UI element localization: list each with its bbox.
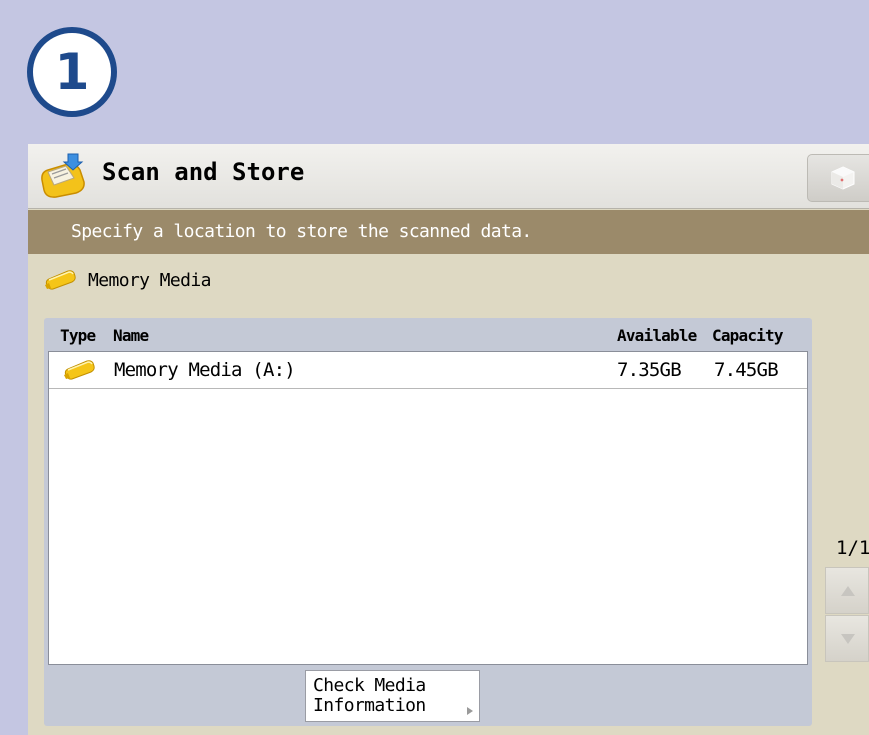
list-body: Memory Media (A:) 7.35GB 7.45GB — [48, 351, 808, 665]
check-media-label: Check Media Information — [313, 676, 463, 716]
chevron-right-icon — [467, 707, 473, 715]
row-available: 7.35GB — [617, 359, 682, 381]
instruction-bar: Specify a location to store the scanned … — [28, 210, 869, 254]
column-header-name: Name — [113, 326, 149, 345]
media-list-panel: Type Name Available Capacity Memory Medi… — [44, 318, 812, 726]
usb-memory-icon — [64, 360, 95, 380]
column-header-type: Type — [60, 326, 96, 345]
title-bar: Scan and Store — [28, 144, 869, 209]
current-location: Memory Media — [44, 264, 211, 296]
check-media-label-line2: Information — [313, 695, 426, 716]
list-header: Type Name Available Capacity — [44, 318, 812, 352]
step-number-badge: 1 — [27, 27, 117, 117]
arrow-down-icon — [841, 634, 855, 644]
scroll-down-button[interactable] — [825, 615, 869, 662]
check-media-information-button[interactable]: Check Media Information — [305, 670, 480, 722]
corner-button[interactable] — [807, 154, 869, 202]
row-capacity: 7.45GB — [714, 359, 779, 381]
row-name: Memory Media (A:) — [114, 359, 296, 381]
usb-memory-icon — [45, 270, 76, 290]
box-icon — [831, 166, 855, 190]
column-header-available: Available — [617, 326, 697, 345]
scan-store-icon — [41, 153, 85, 198]
scroll-up-button[interactable] — [825, 567, 869, 614]
check-media-label-line1: Check Media — [313, 675, 426, 696]
arrow-up-icon — [841, 586, 855, 596]
location-label: Memory Media — [88, 269, 211, 291]
table-row[interactable]: Memory Media (A:) 7.35GB 7.45GB — [49, 352, 807, 389]
page-title: Scan and Store — [102, 158, 305, 186]
device-screen: Scan and Store Specify a location to sto… — [28, 144, 869, 735]
column-header-capacity: Capacity — [712, 326, 783, 345]
page-indicator: 1/1 — [836, 537, 869, 559]
